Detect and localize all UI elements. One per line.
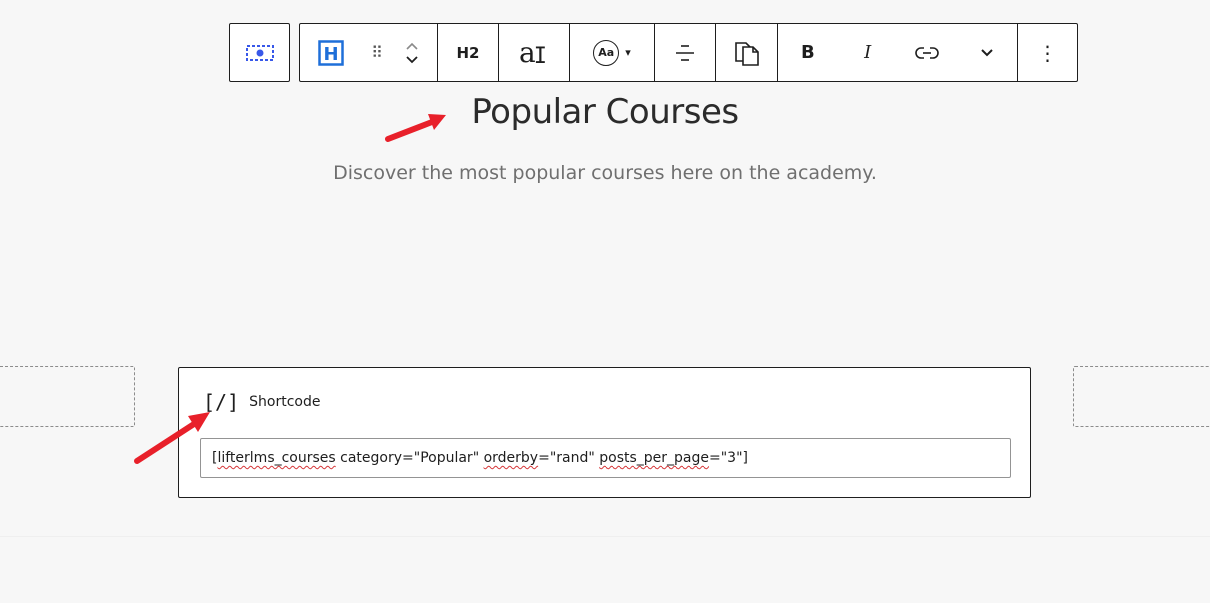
link-button[interactable] bbox=[898, 24, 958, 81]
copy-icon bbox=[734, 41, 759, 66]
text-style-group: Aa ▾ bbox=[570, 24, 655, 81]
shortcode-text-part: category="Popular" bbox=[335, 450, 484, 466]
page-subtitle[interactable]: Discover the most popular courses here o… bbox=[0, 162, 1210, 184]
chevron-up-icon[interactable] bbox=[405, 42, 419, 51]
font-size-icon: aI bbox=[519, 36, 547, 69]
block-toolbar: H ⠿ H2 aI Aa ▾ B I ⋮ bbox=[299, 23, 1078, 82]
editor-canvas-lower-area bbox=[0, 536, 1210, 603]
heading-block-icon: H bbox=[318, 39, 344, 66]
font-size-button[interactable]: aI bbox=[499, 24, 569, 81]
block-type-switcher[interactable]: H bbox=[300, 24, 362, 81]
heading-text: Popular Courses bbox=[471, 92, 739, 132]
chevron-down-icon[interactable] bbox=[405, 55, 419, 64]
heading-level-group: H2 bbox=[438, 24, 499, 81]
annotation-arrow-heading bbox=[385, 114, 446, 142]
link-icon bbox=[915, 46, 940, 59]
shortcode-text-part: orderby bbox=[483, 450, 539, 466]
caret-down-icon: ▾ bbox=[625, 46, 631, 59]
shortcode-text-part: ="3"] bbox=[709, 450, 748, 466]
shortcode-text-part: ="rand" bbox=[538, 450, 600, 466]
block-switcher-group: H ⠿ bbox=[300, 24, 438, 81]
options-group: ⋮ bbox=[1018, 24, 1077, 81]
page-heading[interactable]: Popular Courses bbox=[0, 92, 1210, 132]
shortcode-label: Shortcode bbox=[249, 394, 321, 410]
shortcode-text-part: posts_per_page bbox=[599, 450, 710, 466]
shortcode-block-header: [/] Shortcode bbox=[203, 390, 320, 414]
select-parent-block-button[interactable] bbox=[229, 23, 290, 82]
shortcode-input[interactable]: [lifterlms_courses category="Popular" or… bbox=[200, 438, 1011, 478]
heading-level-button[interactable]: H2 bbox=[438, 24, 498, 81]
group-block-icon bbox=[245, 44, 274, 61]
drag-handle-icon[interactable]: ⠿ bbox=[362, 24, 392, 81]
chevron-down-icon bbox=[981, 49, 993, 57]
align-center-icon bbox=[676, 44, 694, 61]
svg-text:H: H bbox=[323, 44, 338, 65]
empty-column-left[interactable] bbox=[0, 366, 135, 427]
text-style-dropdown[interactable]: Aa ▾ bbox=[570, 24, 654, 81]
italic-button[interactable]: I bbox=[838, 24, 898, 81]
annotation-arrow-shortcode bbox=[134, 412, 210, 464]
more-options-button[interactable]: ⋮ bbox=[1018, 24, 1077, 81]
copy-group bbox=[716, 24, 778, 81]
shortcode-text-part: lifterlms_courses bbox=[217, 450, 336, 466]
bold-button[interactable]: B bbox=[778, 24, 838, 81]
copy-button[interactable] bbox=[716, 24, 777, 81]
formatting-group: B I bbox=[778, 24, 1018, 81]
font-size-group: aI bbox=[499, 24, 570, 81]
empty-column-right[interactable] bbox=[1073, 366, 1210, 427]
align-group bbox=[655, 24, 716, 81]
align-button[interactable] bbox=[655, 24, 715, 81]
text-style-icon: Aa bbox=[593, 39, 620, 66]
shortcode-block[interactable]: [/] Shortcode [lifterlms_courses categor… bbox=[178, 367, 1031, 498]
more-rich-text-button[interactable] bbox=[957, 24, 1017, 81]
move-up-down-control[interactable] bbox=[392, 24, 432, 81]
